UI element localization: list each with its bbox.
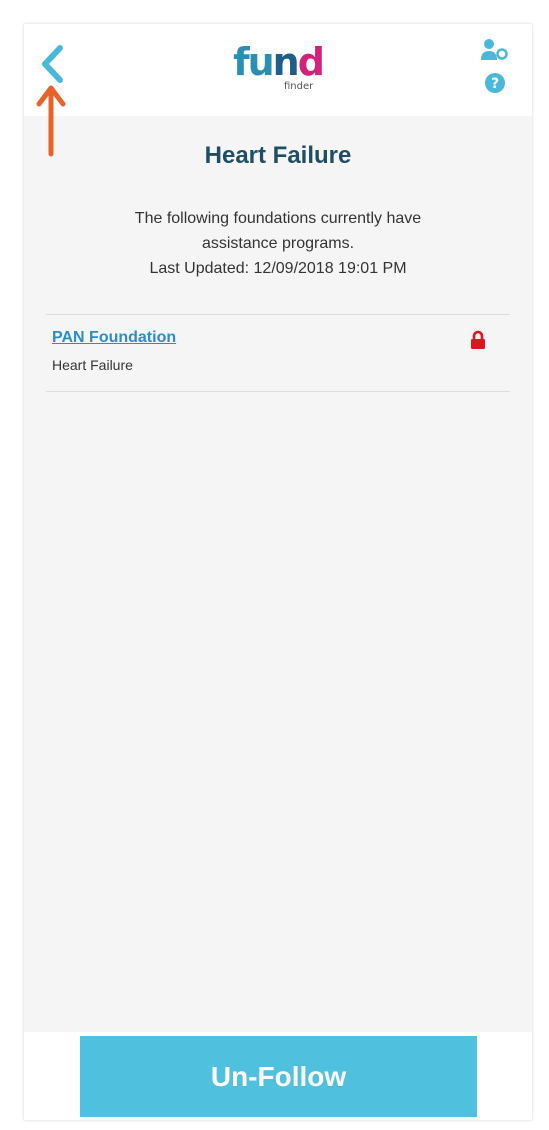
intro-line-2: assistance programs. <box>201 235 355 252</box>
annotation-arrow <box>36 85 66 157</box>
divider <box>46 314 510 315</box>
divider <box>46 391 510 392</box>
foundation-link[interactable]: PAN Foundation <box>52 329 176 347</box>
logo-subtext: finder <box>284 81 314 92</box>
app-screen: fund finder ? Heart Failure The followin… <box>24 24 532 1120</box>
foundation-disease: Heart Failure <box>52 357 133 373</box>
fund-finder-logo: fund finder <box>232 40 325 98</box>
last-updated: Last Updated: 12/09/2018 19:01 PM <box>149 260 407 277</box>
logo-wordmark: fund <box>233 40 325 84</box>
footer: Un-Follow <box>24 1032 532 1120</box>
intro-line-1: The following foundations currently have <box>134 210 422 227</box>
app-header: fund finder ? <box>24 24 532 116</box>
lock-icon[interactable] <box>470 330 486 350</box>
intro-text: The following foundations currently have… <box>64 206 492 281</box>
help-button[interactable]: ? <box>484 72 506 94</box>
svg-text:?: ? <box>491 76 499 92</box>
profile-settings-button[interactable] <box>480 38 508 62</box>
chevron-left-icon <box>42 45 63 83</box>
user-settings-icon <box>481 39 508 60</box>
page-title: Heart Failure <box>204 142 352 169</box>
back-button[interactable] <box>34 42 70 86</box>
unfollow-button[interactable]: Un-Follow <box>80 1036 477 1117</box>
question-circle-icon: ? <box>485 73 505 93</box>
